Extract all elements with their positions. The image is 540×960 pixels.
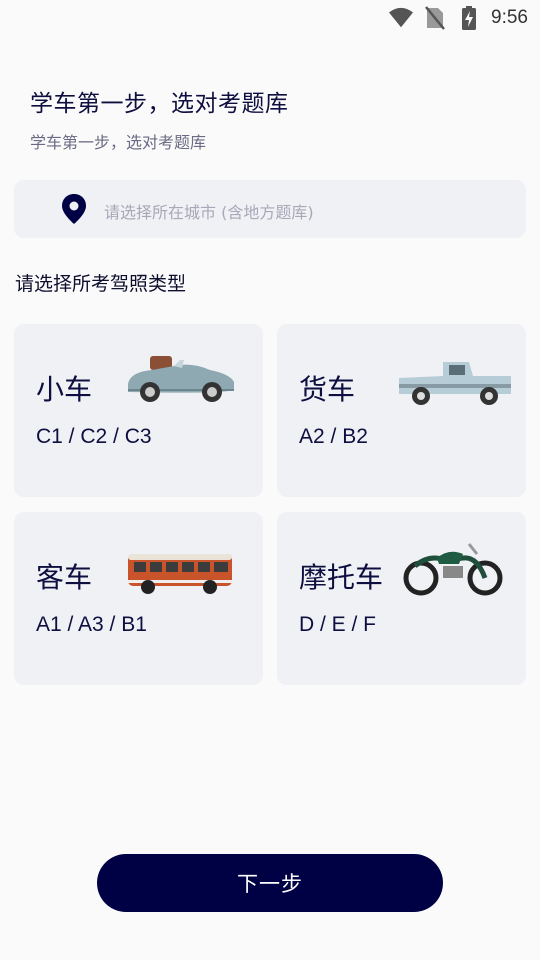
license-card-codes: A1 / A3 / B1 bbox=[36, 613, 147, 636]
license-card-name: 货车 bbox=[299, 373, 356, 406]
page-title: 学车第一步，选对考题库 bbox=[30, 91, 289, 117]
page-subtitle: 学车第一步，选对考题库 bbox=[30, 133, 207, 152]
motorcycle-image bbox=[403, 543, 503, 596]
license-card-codes: D / E / F bbox=[299, 613, 377, 636]
status-time: 9:56 bbox=[491, 7, 528, 28]
license-type-heading: 请选择所考驾照类型 bbox=[15, 273, 187, 295]
next-step-button[interactable]: 下一步 bbox=[97, 854, 443, 912]
wifi-icon bbox=[389, 6, 414, 30]
license-card-truck[interactable]: 货车 A2 / B2 bbox=[277, 324, 526, 497]
convertible-car-image bbox=[128, 356, 234, 402]
license-card-codes: C1 / C2 / C3 bbox=[36, 425, 152, 448]
license-card-name: 客车 bbox=[36, 561, 93, 594]
city-select-placeholder: 请选择所在城市 (含地方题库) bbox=[104, 203, 314, 222]
no-sim-icon bbox=[423, 6, 447, 30]
location-pin-icon bbox=[60, 193, 88, 225]
pickup-truck-image bbox=[399, 362, 511, 405]
license-card-car[interactable]: 小车 C1 / C2 / C3 bbox=[14, 324, 263, 497]
license-card-motorcycle[interactable]: 摩托车 D / E / F bbox=[277, 512, 526, 685]
bus-image bbox=[128, 554, 232, 594]
status-bar: 9:56 bbox=[0, 0, 540, 36]
license-card-name: 摩托车 bbox=[299, 561, 384, 594]
battery-charging-icon bbox=[457, 6, 481, 30]
license-card-codes: A2 / B2 bbox=[299, 425, 368, 448]
city-select-field[interactable]: 请选择所在城市 (含地方题库) bbox=[14, 180, 526, 238]
license-card-name: 小车 bbox=[36, 373, 93, 406]
license-card-bus[interactable]: 客车 A1 / A3 / B1 bbox=[14, 512, 263, 685]
